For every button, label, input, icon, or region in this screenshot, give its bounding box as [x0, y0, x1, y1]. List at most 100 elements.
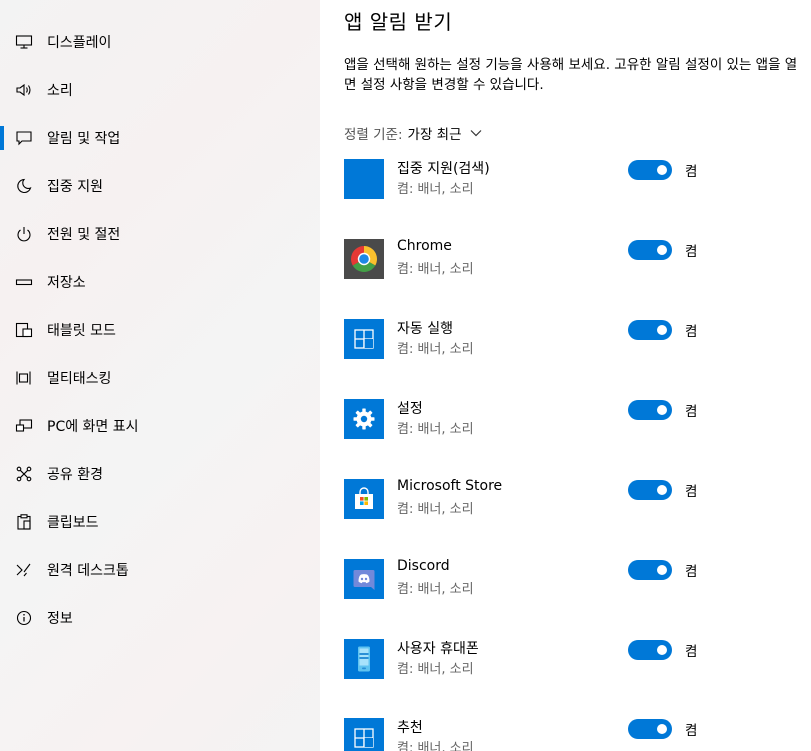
app-status: 켬: 배너, 소리: [397, 262, 474, 277]
app-name: 설정: [397, 401, 423, 417]
app-name: Chrome: [397, 238, 452, 254]
project-icon: [14, 417, 34, 435]
sidebar-item-label: 디스플레이: [47, 35, 112, 51]
app-status: 켬: 배너, 소리: [397, 422, 474, 437]
page-description: 앱을 선택해 원하는 설정 기능을 사용해 보세요. 고유한 알림 설정이 있는…: [344, 57, 798, 93]
app-row-settings[interactable]: 설정 켬: 배너, 소리 켬: [344, 399, 804, 443]
power-icon: [14, 225, 34, 243]
toggle-label: 켬: [685, 244, 698, 260]
sort-value: 가장 최근: [407, 127, 462, 143]
chevron-down-icon: [470, 129, 482, 137]
sidebar-item-focus-assist[interactable]: 집중 지원: [0, 162, 320, 210]
app-status: 켬: 배너, 소리: [397, 741, 474, 751]
suggested-icon: [344, 718, 384, 751]
notification-toggle[interactable]: [628, 480, 672, 500]
main-panel: 앱 알림 받기 앱을 선택해 원하는 설정 기능을 사용해 보세요. 고유한 알…: [320, 0, 811, 751]
toggle-knob: [657, 325, 667, 335]
sidebar-item-label: 태블릿 모드: [47, 323, 116, 339]
toggle-knob: [657, 565, 667, 575]
toggle-label: 켬: [685, 404, 698, 420]
app-name: 추천: [397, 720, 423, 736]
sidebar-item-storage[interactable]: 저장소: [0, 258, 320, 306]
toggle-label: 켬: [685, 484, 698, 500]
toggle-knob: [657, 485, 667, 495]
notification-toggle[interactable]: [628, 560, 672, 580]
moon-icon: [14, 177, 34, 195]
toggle-knob: [657, 245, 667, 255]
share-icon: [14, 465, 34, 483]
sidebar-item-display[interactable]: 디스플레이: [0, 18, 320, 66]
sidebar-item-label: 집중 지원: [47, 179, 103, 195]
app-row-suggested[interactable]: 추천 켬: 배너, 소리 켬: [344, 718, 804, 751]
sidebar-item-shared-experiences[interactable]: 공유 환경: [0, 450, 320, 498]
sidebar-item-clipboard[interactable]: 클립보드: [0, 498, 320, 546]
notification-toggle[interactable]: [628, 400, 672, 420]
sort-label: 정렬 기준:: [344, 127, 403, 143]
sidebar-item-label: 전원 및 절전: [47, 227, 121, 243]
sidebar-item-label: 원격 데스크톱: [47, 563, 129, 579]
discord-icon: [344, 559, 384, 599]
app-row-autoplay[interactable]: 자동 실행 켬: 배너, 소리 켬: [344, 319, 804, 363]
settings-gear-icon: [344, 399, 384, 439]
sidebar-item-sound[interactable]: 소리: [0, 66, 320, 114]
active-indicator: [0, 126, 4, 150]
focus-assist-app-icon: [344, 159, 384, 199]
app-status: 켬: 배너, 소리: [397, 502, 474, 517]
sort-dropdown[interactable]: 정렬 기준: 가장 최근: [344, 123, 482, 143]
page-title: 앱 알림 받기: [344, 10, 453, 34]
sidebar-item-label: 저장소: [47, 275, 86, 291]
toggle-label: 켬: [685, 324, 698, 340]
notification-toggle[interactable]: [628, 160, 672, 180]
store-icon: [344, 479, 384, 519]
app-row-chrome[interactable]: Chrome 켬: 배너, 소리 켬: [344, 238, 804, 283]
sidebar-item-label: 알림 및 작업: [47, 131, 121, 147]
toggle-knob: [657, 165, 667, 175]
autoplay-icon: [344, 319, 384, 359]
app-status: 켬: 배너, 소리: [397, 662, 474, 677]
message-icon: [14, 129, 34, 147]
app-name: 집중 지원(검색): [397, 161, 490, 177]
multitasking-icon: [14, 369, 34, 387]
sidebar-item-label: PC에 화면 표시: [47, 419, 139, 435]
sidebar-item-label: 공유 환경: [47, 467, 103, 483]
speaker-icon: [14, 81, 34, 99]
info-icon: [14, 609, 34, 627]
clipboard-icon: [14, 513, 34, 531]
app-status: 켬: 배너, 소리: [397, 182, 474, 197]
toggle-label: 켬: [685, 723, 698, 739]
app-name: 자동 실행: [397, 321, 453, 337]
toggle-knob: [657, 405, 667, 415]
toggle-label: 켬: [685, 644, 698, 660]
sidebar-item-about[interactable]: 정보: [0, 594, 320, 642]
toggle-label: 켬: [685, 164, 698, 180]
app-status: 켬: 배너, 소리: [397, 342, 474, 357]
toggle-knob: [657, 645, 667, 655]
app-status: 켬: 배너, 소리: [397, 582, 474, 597]
sidebar-item-label: 클립보드: [47, 515, 99, 531]
notification-toggle[interactable]: [628, 640, 672, 660]
remote-desktop-icon: [14, 561, 34, 579]
monitor-icon: [14, 33, 34, 51]
phone-icon: [344, 639, 384, 679]
app-row-discord[interactable]: Discord 켬: 배너, 소리 켬: [344, 558, 804, 603]
chrome-icon: [344, 239, 384, 279]
sidebar-item-power[interactable]: 전원 및 절전: [0, 210, 320, 258]
notification-toggle[interactable]: [628, 240, 672, 260]
app-row-your-phone[interactable]: 사용자 휴대폰 켬: 배너, 소리 켬: [344, 639, 804, 683]
notification-toggle[interactable]: [628, 320, 672, 340]
sidebar-item-label: 정보: [47, 611, 73, 627]
sidebar-item-notifications[interactable]: 알림 및 작업: [0, 114, 320, 162]
app-row-microsoft-store[interactable]: Microsoft Store 켬: 배너, 소리 켬: [344, 478, 804, 523]
storage-icon: [14, 273, 34, 291]
sidebar-item-label: 소리: [47, 83, 73, 99]
sidebar-item-tablet-mode[interactable]: 태블릿 모드: [0, 306, 320, 354]
app-name: 사용자 휴대폰: [397, 641, 479, 657]
sidebar-item-remote-desktop[interactable]: 원격 데스크톱: [0, 546, 320, 594]
sidebar-item-multitasking[interactable]: 멀티태스킹: [0, 354, 320, 402]
sidebar: 디스플레이 소리 알림 및 작업 집중 지원 전원 및 절전 저장소 태블릿 모…: [0, 0, 320, 751]
app-name: Microsoft Store: [397, 478, 503, 494]
app-row-focus-assist[interactable]: 집중 지원(검색) 켬: 배너, 소리 켬: [344, 159, 804, 203]
notification-toggle[interactable]: [628, 719, 672, 739]
sidebar-item-project-to-pc[interactable]: PC에 화면 표시: [0, 402, 320, 450]
app-name: Discord: [397, 558, 450, 574]
